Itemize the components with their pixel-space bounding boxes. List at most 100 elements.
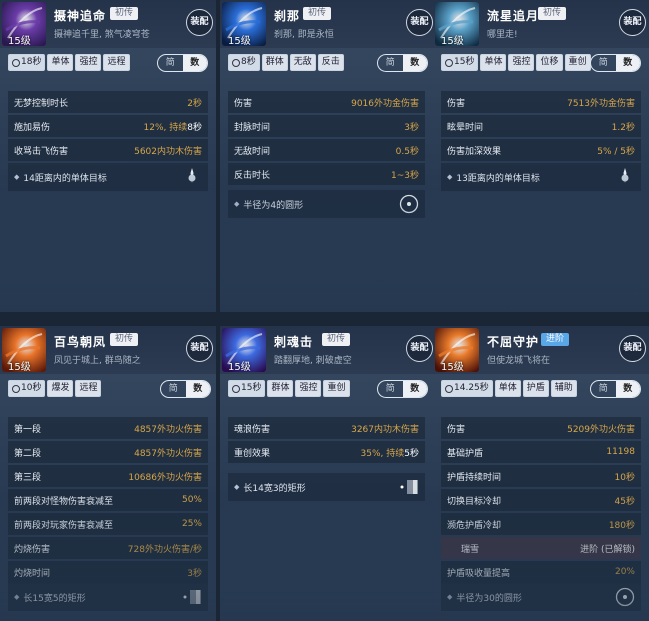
stat-value: 3秒 bbox=[404, 122, 419, 133]
skill-level: 15级 bbox=[441, 36, 464, 46]
simple-number-toggle[interactable]: 简数 bbox=[377, 54, 428, 72]
toggle-number[interactable]: 数 bbox=[615, 381, 640, 397]
skill-icon[interactable]: 15级 bbox=[222, 328, 266, 372]
equip-button[interactable]: 装配 bbox=[619, 335, 646, 362]
skill-icon[interactable]: 15级 bbox=[222, 2, 266, 46]
toggle-number[interactable]: 数 bbox=[615, 55, 640, 71]
stat-label: 伤害 bbox=[447, 98, 466, 109]
toggle-number[interactable]: 数 bbox=[402, 381, 427, 397]
equip-button[interactable]: 装配 bbox=[406, 9, 433, 36]
stat-label: 伤害加深效果 bbox=[447, 146, 502, 157]
cooldown-chip: 8秒 bbox=[228, 54, 260, 71]
stat-list: 第一段 4857外功火伤害 第二段 4857外功火伤害 第三段 10686外功火伤害 前两段… bbox=[8, 417, 208, 585]
circle-range-icon bbox=[399, 194, 419, 214]
stat-value: 10秒 bbox=[614, 472, 635, 483]
stat-label: 护盾吸收量提高 bbox=[447, 568, 511, 579]
cooldown-chip: 18秒 bbox=[8, 54, 46, 71]
toggle-simple[interactable]: 简 bbox=[591, 55, 616, 71]
stat-row: 第一段 4857外功火伤害 bbox=[8, 417, 208, 439]
stat-row: 前两段对怪物伤害衰减至 50% bbox=[8, 489, 208, 511]
toggle-simple[interactable]: 简 bbox=[591, 381, 616, 397]
stat-row: 濒危护盾冷却 180秒 bbox=[441, 513, 641, 535]
skill-tags: 18秒 单体 强控 远程 bbox=[8, 54, 130, 71]
stat-value: 5602内功木伤害 bbox=[134, 146, 202, 157]
stat-label: 反击时长 bbox=[234, 170, 271, 181]
skill-header: 15级 刺魂击 初传 踏翻厚地, 刺破虚空 bbox=[220, 326, 433, 374]
equip-button[interactable]: 装配 bbox=[186, 9, 213, 36]
stat-row: 护盾吸收量提高 20% bbox=[441, 561, 641, 583]
stat-row: 前两段对玩家伤害衰减至 25% bbox=[8, 513, 208, 535]
stat-row: 收骂击飞伤害 5602内功木伤害 bbox=[8, 139, 208, 161]
skill-name: 刹那 bbox=[274, 9, 301, 23]
skill-icon[interactable]: 15级 bbox=[2, 328, 46, 372]
simple-number-toggle[interactable]: 简数 bbox=[377, 380, 428, 398]
skill-icon[interactable]: 15级 bbox=[435, 2, 479, 46]
range-text: 半径为4的圆形 bbox=[243, 200, 304, 211]
stat-row: 瑞雪 进阶 (已解锁) bbox=[441, 537, 641, 559]
cooldown-value: 15秒 bbox=[241, 383, 262, 393]
cooldown-value: 15秒 bbox=[454, 57, 475, 67]
cooldown-chip: 15秒 bbox=[228, 380, 266, 397]
stat-label: 魂浪伤害 bbox=[234, 424, 271, 435]
skill-tag-chip: 单体 bbox=[494, 380, 521, 397]
skill-icon[interactable]: 15级 bbox=[2, 2, 46, 46]
skill-tag-chip: 位移 bbox=[536, 54, 563, 71]
simple-number-toggle[interactable]: 简数 bbox=[590, 54, 641, 72]
skill-tier-badge: 初传 bbox=[110, 333, 139, 346]
stat-row: 伤害加深效果 5% / 5秒 bbox=[441, 139, 641, 161]
stat-label: 濒危护盾冷却 bbox=[447, 520, 502, 531]
skill-description: 凤见于城上, 群鸟随之 bbox=[54, 356, 141, 366]
diamond-icon: ◆ bbox=[447, 593, 453, 601]
stat-row: 第三段 10686外功火伤害 bbox=[8, 465, 208, 487]
toggle-simple[interactable]: 简 bbox=[378, 381, 403, 397]
stat-row: 眩晕时间 1.2秒 bbox=[441, 115, 641, 137]
stat-label: 灼烧时间 bbox=[14, 568, 51, 579]
range-text: 半径为30的圆形 bbox=[456, 593, 522, 604]
stat-label: 前两段对怪物伤害衰减至 bbox=[14, 496, 114, 507]
clock-icon bbox=[232, 384, 240, 393]
stat-row: 反击时长 1~3秒 bbox=[228, 163, 425, 185]
equip-button[interactable]: 装配 bbox=[619, 9, 646, 36]
toggle-simple[interactable]: 简 bbox=[378, 55, 403, 71]
skill-header: 15级 刹那 初传 刹那, 即是永恒 bbox=[220, 0, 433, 48]
toggle-number[interactable]: 数 bbox=[182, 55, 207, 71]
stat-duration: 5秒 bbox=[404, 448, 419, 459]
stat-label: 伤害 bbox=[447, 424, 466, 435]
toggle-simple[interactable]: 简 bbox=[158, 55, 183, 71]
skill-tier-badge: 初传 bbox=[538, 7, 567, 20]
stat-value: 1.2秒 bbox=[611, 122, 635, 133]
toggle-number[interactable]: 数 bbox=[185, 381, 210, 397]
equip-button[interactable]: 装配 bbox=[186, 335, 213, 362]
skill-name: 摄神追命 bbox=[54, 9, 107, 23]
skill-tag-chip: 护盾 bbox=[522, 380, 549, 397]
stat-value: 0.5秒 bbox=[395, 146, 419, 157]
skill-icon[interactable]: 15级 bbox=[435, 328, 479, 372]
skill-card: 15级 刹那 初传 刹那, 即是永恒 装配 8秒 群体 无敌 反击 简数伤害 9016外功金伤害 封脉… bbox=[220, 0, 433, 312]
toggle-number[interactable]: 数 bbox=[402, 55, 427, 71]
rect-range-icon bbox=[399, 477, 419, 497]
stat-label: 瑞雪 bbox=[461, 544, 480, 555]
stat-value: 1~3秒 bbox=[391, 170, 419, 181]
skill-tags: 8秒 群体 无敌 反击 bbox=[228, 54, 344, 71]
stat-list: 伤害 7513外功金伤害 眩晕时间 1.2秒 伤害加深效果 5% / 5秒 bbox=[441, 91, 641, 163]
skill-description: 但使龙城飞将在 bbox=[487, 356, 551, 366]
stat-value: 4857外功火伤害 bbox=[134, 424, 202, 435]
equip-button[interactable]: 装配 bbox=[406, 335, 433, 362]
skill-tag-chip: 重创 bbox=[323, 380, 350, 397]
stat-value: 进阶 (已解锁) bbox=[580, 544, 635, 555]
stat-label: 眩晕时间 bbox=[447, 122, 484, 133]
stat-value: 5% / 5秒 bbox=[597, 146, 635, 157]
skill-tag-chip: 爆发 bbox=[47, 380, 74, 397]
simple-number-toggle[interactable]: 简数 bbox=[157, 54, 208, 72]
simple-number-toggle[interactable]: 简数 bbox=[590, 380, 641, 398]
simple-number-toggle[interactable]: 简数 bbox=[160, 380, 211, 398]
skill-tier-badge: 进阶 bbox=[541, 333, 570, 346]
stat-label: 重创效果 bbox=[234, 448, 271, 459]
skill-tier-badge: 初传 bbox=[303, 7, 332, 20]
stat-row: 重创效果 35%, 持续5秒 bbox=[228, 441, 425, 463]
toggle-simple[interactable]: 简 bbox=[161, 381, 186, 397]
skill-tags: 10秒 爆发 远程 bbox=[8, 380, 102, 397]
skill-level: 15级 bbox=[441, 362, 464, 372]
skill-tags: 15秒 群体 强控 重创 bbox=[228, 380, 350, 397]
range-info: ◆ 长15宽5的矩形 bbox=[8, 583, 208, 611]
